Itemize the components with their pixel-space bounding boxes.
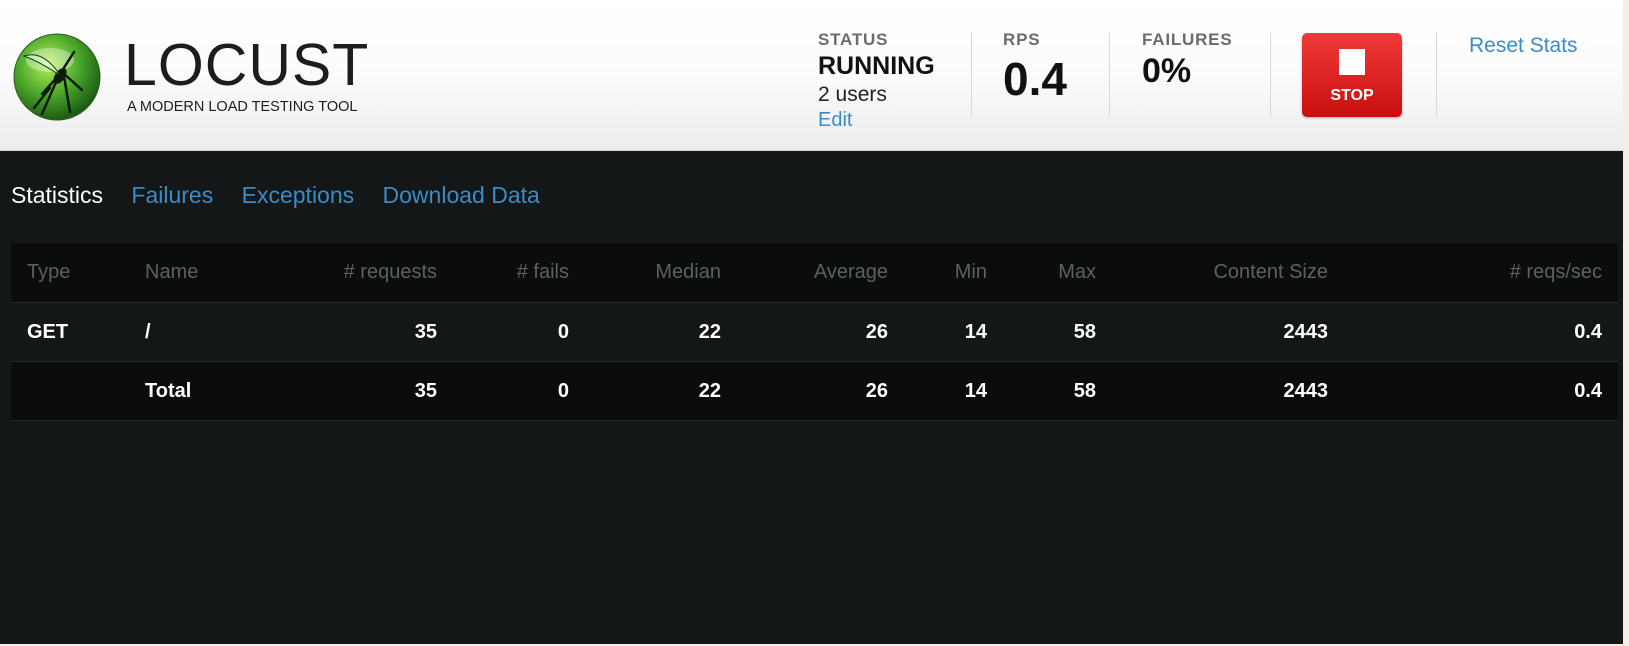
user-count: 2 users (818, 83, 887, 106)
reset-stats-link[interactable]: Reset Stats (1469, 34, 1578, 58)
stop-button[interactable]: STOP (1302, 33, 1402, 117)
cell-average: 26 (737, 302, 904, 362)
stop-label: STOP (1330, 87, 1374, 104)
header-max[interactable]: Max (1003, 243, 1112, 303)
header-requests[interactable]: # requests (291, 243, 453, 303)
header-divider (971, 33, 972, 117)
cell-type (11, 361, 129, 421)
cell-median: 22 (585, 302, 737, 362)
table-row: GET / 35 0 22 26 14 58 2443 0.4 (11, 302, 1618, 362)
brand-name: LOCUST (124, 32, 370, 98)
header-reqs-per-sec[interactable]: # reqs/sec (1344, 243, 1618, 303)
app-window: LOCUST A MODERN LOAD TESTING TOOL STATUS… (0, 0, 1623, 644)
tab-bar: Statistics Failures Exceptions Download … (11, 182, 562, 209)
window-edge (1623, 0, 1629, 646)
tab-exceptions[interactable]: Exceptions (242, 182, 355, 209)
locust-logo-icon (13, 33, 101, 121)
statistics-table: Type Name # requests # fails Median Aver… (11, 243, 1618, 421)
table-total-row: Total 35 0 22 26 14 58 2443 0.4 (11, 361, 1618, 421)
status-box: STATUS RUNNING 2 users Edit (818, 30, 935, 132)
failures-label: FAILURES (1142, 30, 1233, 49)
cell-content-size: 2443 (1112, 302, 1344, 362)
edit-users-link[interactable]: Edit (818, 109, 935, 132)
failures-box: FAILURES 0% (1142, 30, 1232, 91)
tab-download-data[interactable]: Download Data (383, 182, 540, 209)
cell-min: 14 (904, 302, 1003, 362)
brand-tagline: A MODERN LOAD TESTING TOOL (127, 99, 358, 115)
tab-failures[interactable]: Failures (131, 182, 213, 209)
header-divider (1270, 33, 1271, 117)
rps-box: RPS 0.4 (1003, 30, 1067, 106)
cell-content-size: 2443 (1112, 361, 1344, 421)
status-label: STATUS (818, 30, 889, 49)
header-average[interactable]: Average (737, 243, 904, 303)
cell-fails: 0 (453, 361, 585, 421)
header: LOCUST A MODERN LOAD TESTING TOOL STATUS… (0, 0, 1623, 151)
cell-type: GET (11, 302, 129, 362)
tab-statistics[interactable]: Statistics (11, 182, 103, 209)
header-divider (1109, 33, 1110, 117)
cell-fails: 0 (453, 302, 585, 362)
status-value: RUNNING (818, 52, 935, 80)
header-name[interactable]: Name (129, 243, 291, 303)
header-min[interactable]: Min (904, 243, 1003, 303)
stop-icon (1339, 49, 1365, 75)
cell-min: 14 (904, 361, 1003, 421)
rps-value: 0.4 (1003, 53, 1067, 105)
failures-value: 0% (1142, 52, 1192, 90)
table-header-row: Type Name # requests # fails Median Aver… (11, 243, 1618, 303)
cell-reqs-per-sec: 0.4 (1344, 361, 1618, 421)
cell-max: 58 (1003, 302, 1112, 362)
cell-max: 58 (1003, 361, 1112, 421)
cell-name: Total (129, 361, 291, 421)
header-fails[interactable]: # fails (453, 243, 585, 303)
rps-label: RPS (1003, 30, 1041, 49)
cell-average: 26 (737, 361, 904, 421)
cell-requests: 35 (291, 302, 453, 362)
header-median[interactable]: Median (585, 243, 737, 303)
cell-requests: 35 (291, 361, 453, 421)
cell-median: 22 (585, 361, 737, 421)
header-content-size[interactable]: Content Size (1112, 243, 1344, 303)
cell-name: / (129, 302, 291, 362)
cell-reqs-per-sec: 0.4 (1344, 302, 1618, 362)
header-type[interactable]: Type (11, 243, 129, 303)
header-divider (1436, 33, 1437, 117)
